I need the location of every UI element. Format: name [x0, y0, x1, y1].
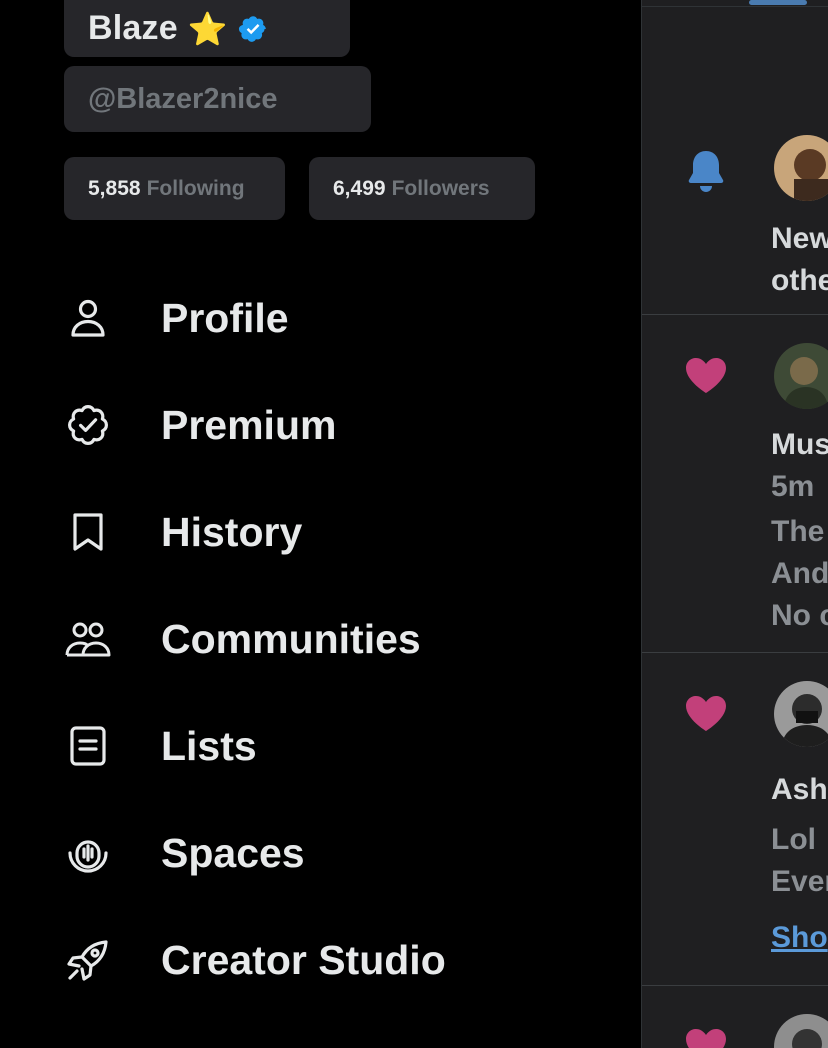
- notification-text: Ever: [771, 865, 828, 898]
- menu-item-history[interactable]: History: [0, 482, 641, 582]
- notification-text: No c: [771, 599, 828, 632]
- communities-icon: [62, 613, 114, 665]
- bookmark-icon: [62, 506, 114, 558]
- heart-icon: [682, 689, 730, 737]
- menu-item-lists[interactable]: Lists: [0, 696, 641, 796]
- notification-text: Mus: [771, 428, 828, 461]
- menu-label-spaces: Spaces: [161, 829, 305, 876]
- menu-item-profile[interactable]: Profile: [0, 268, 641, 368]
- notification-item[interactable]: Mus 5m The And No c: [642, 315, 828, 653]
- notification-item[interactable]: [642, 986, 828, 1048]
- menu-item-communities[interactable]: Communities: [0, 589, 641, 689]
- notification-item[interactable]: New othe: [642, 7, 828, 315]
- star-emoji: ⭐: [187, 10, 228, 47]
- avatar[interactable]: [774, 681, 828, 747]
- rocket-icon: [62, 934, 114, 986]
- handle-chip[interactable]: @Blazer2nice: [64, 66, 371, 132]
- notification-text: The: [771, 515, 825, 548]
- menu-label-creator-studio: Creator Studio: [161, 936, 446, 983]
- menu-label-communities: Communities: [161, 615, 421, 662]
- verified-badge-outline-icon: [62, 399, 114, 451]
- menu-label-premium: Premium: [161, 401, 337, 448]
- notification-time: 5m: [771, 470, 815, 503]
- following-count: 5,858: [88, 176, 141, 200]
- heart-icon: [682, 1022, 730, 1048]
- menu-item-premium[interactable]: Premium: [0, 375, 641, 475]
- user-handle: @Blazer2nice: [88, 82, 278, 115]
- show-more-link[interactable]: Sho: [771, 921, 828, 955]
- active-tab-indicator: [749, 0, 807, 5]
- menu-label-profile: Profile: [161, 294, 289, 341]
- followers-count: 6,499: [333, 176, 386, 200]
- avatar[interactable]: [774, 135, 828, 201]
- person-icon: [62, 292, 114, 344]
- following-stat-button[interactable]: 5,858 Following: [64, 157, 285, 220]
- spaces-icon: [62, 827, 114, 879]
- notification-text: Lol: [771, 823, 816, 856]
- notification-text: Ash: [771, 773, 828, 806]
- notifications-pane: New othe Mus 5m The And No c: [641, 0, 828, 1048]
- display-name: Blaze: [88, 9, 178, 47]
- notification-text: And: [771, 557, 828, 590]
- heart-icon: [682, 351, 730, 399]
- list-icon: [62, 720, 114, 772]
- display-name-chip[interactable]: Blaze ⭐: [64, 0, 350, 57]
- menu-item-creator-studio[interactable]: Creator Studio: [0, 910, 641, 1010]
- side-drawer: Blaze ⭐ @Blazer2nice 5,858 Following 6,4…: [0, 0, 641, 1048]
- menu-label-history: History: [161, 508, 303, 555]
- following-label: Following: [146, 176, 245, 200]
- followers-label: Followers: [391, 176, 490, 200]
- menu-item-spaces[interactable]: Spaces: [0, 803, 641, 903]
- bell-icon: [682, 147, 730, 195]
- menu-label-lists: Lists: [161, 722, 257, 769]
- followers-stat-button[interactable]: 6,499 Followers: [309, 157, 535, 220]
- notification-item[interactable]: Ash Lol Ever Sho: [642, 653, 828, 986]
- avatar[interactable]: [774, 1014, 828, 1048]
- verified-badge-icon: [238, 14, 268, 44]
- notification-text: othe: [771, 264, 828, 297]
- avatar[interactable]: [774, 343, 828, 409]
- notification-text: New: [771, 222, 828, 255]
